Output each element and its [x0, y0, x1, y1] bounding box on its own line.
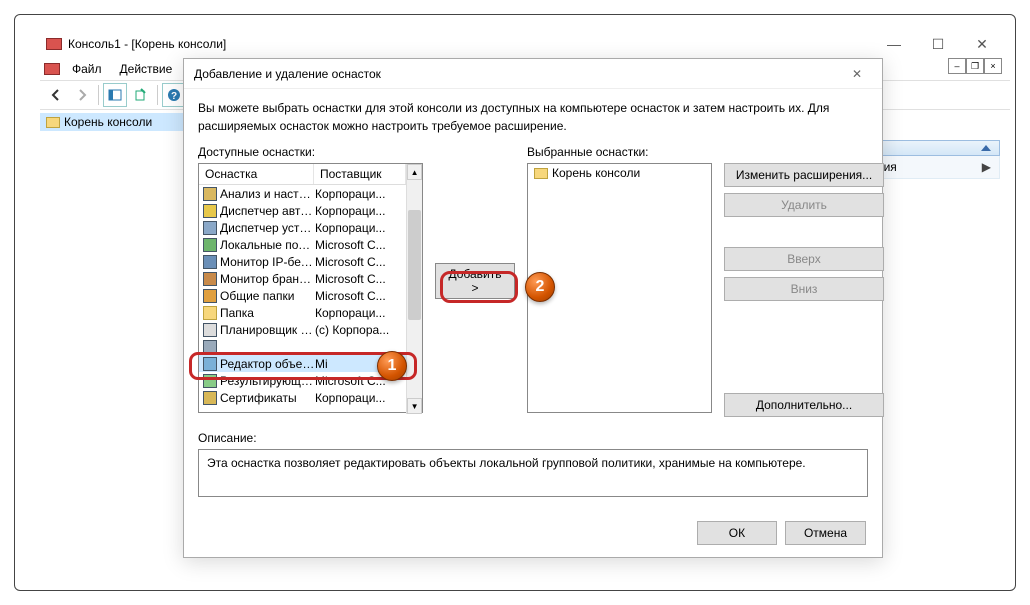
- list-item[interactable]: [199, 338, 406, 355]
- annotation-number-2: 2: [525, 272, 555, 302]
- folder-icon: [46, 117, 60, 128]
- remove-button[interactable]: Удалить: [724, 193, 884, 217]
- mdi-minimize[interactable]: –: [948, 58, 966, 74]
- description-label: Описание:: [198, 431, 868, 445]
- scroll-thumb[interactable]: [408, 210, 421, 320]
- snapin-icon: [203, 391, 217, 405]
- separator: [157, 85, 158, 105]
- list-item[interactable]: Анализ и настро...Корпораци...: [199, 185, 406, 202]
- list-item[interactable]: Общие папкиMicrosoft C...: [199, 287, 406, 304]
- snapin-icon: [203, 340, 217, 354]
- menu-file[interactable]: Файл: [64, 60, 110, 78]
- maximize-button[interactable]: ☐: [916, 30, 960, 58]
- list-header: Оснастка Поставщик: [199, 164, 406, 185]
- list-item[interactable]: Монитор брандм...Microsoft C...: [199, 270, 406, 287]
- minimize-button[interactable]: —: [872, 30, 916, 58]
- collapse-icon[interactable]: [981, 145, 991, 151]
- annotation-number-1: 1: [377, 351, 407, 381]
- chevron-right-icon: ▶: [982, 160, 991, 174]
- snapin-icon: [203, 272, 217, 286]
- mdi-restore[interactable]: ❐: [966, 58, 984, 74]
- selected-root-node[interactable]: Корень консоли: [528, 164, 711, 182]
- list-item[interactable]: Результирующа...Microsoft C...: [199, 372, 406, 389]
- scroll-up-button[interactable]: ▲: [407, 164, 422, 180]
- dialog-titlebar: Добавление и удаление оснасток ✕: [184, 59, 882, 89]
- snapin-icon: [203, 187, 217, 201]
- add-button[interactable]: Добавить >: [435, 263, 515, 299]
- snapin-icon: [203, 323, 217, 337]
- snapin-list-body[interactable]: Анализ и настро...Корпораци... Диспетчер…: [199, 185, 406, 406]
- mdi-close[interactable]: ×: [984, 58, 1002, 74]
- mdi-window-controls: – ❐ ×: [948, 58, 1002, 74]
- menu-action[interactable]: Действие: [112, 60, 181, 78]
- snapin-icon: [203, 204, 217, 218]
- tree-root-label: Корень консоли: [64, 115, 152, 129]
- titlebar: Консоль1 - [Корень консоли] — ☐ ✕: [40, 30, 1010, 58]
- svg-text:?: ?: [171, 91, 177, 102]
- mdi-icon: [44, 63, 60, 75]
- col-vendor-header[interactable]: Поставщик: [314, 164, 406, 184]
- dialog-title: Добавление и удаление оснасток: [194, 67, 381, 81]
- list-item[interactable]: Диспетчер автор...Корпораци...: [199, 202, 406, 219]
- move-down-button[interactable]: Вниз: [724, 277, 884, 301]
- edit-extensions-button[interactable]: Изменить расширения...: [724, 163, 884, 187]
- available-label: Доступные оснастки:: [198, 145, 423, 159]
- list-item[interactable]: Планировщик за...(с) Корпора...: [199, 321, 406, 338]
- list-item[interactable]: ПапкаКорпораци...: [199, 304, 406, 321]
- forward-button[interactable]: [70, 83, 94, 107]
- selected-label: Выбранные оснастки:: [527, 145, 712, 159]
- separator: [98, 85, 99, 105]
- list-item[interactable]: Монитор IP-безо...Microsoft C...: [199, 253, 406, 270]
- snapin-icon: [203, 374, 217, 388]
- snapin-icon: [203, 306, 217, 320]
- advanced-button[interactable]: Дополнительно...: [724, 393, 884, 417]
- app-icon: [46, 38, 62, 50]
- ok-button[interactable]: ОК: [697, 521, 777, 545]
- snapin-icon: [203, 221, 217, 235]
- list-item[interactable]: Локальные поль...Microsoft C...: [199, 236, 406, 253]
- scroll-down-button[interactable]: ▼: [407, 398, 422, 414]
- export-button[interactable]: [129, 83, 153, 107]
- back-button[interactable]: [44, 83, 68, 107]
- dialog-close-button[interactable]: ✕: [842, 59, 872, 89]
- snapin-icon: [203, 289, 217, 303]
- description-box: Эта оснастка позволяет редактировать объ…: [198, 449, 868, 497]
- window-title: Консоль1 - [Корень консоли]: [68, 37, 226, 51]
- add-remove-snapin-dialog: Добавление и удаление оснасток ✕ Вы може…: [183, 58, 883, 558]
- list-item[interactable]: СертификатыКорпораци...: [199, 389, 406, 406]
- snapin-icon: [203, 238, 217, 252]
- close-button[interactable]: ✕: [960, 30, 1004, 58]
- list-item-selected[interactable]: Редактор объек...Mi: [199, 355, 406, 372]
- move-up-button[interactable]: Вверх: [724, 247, 884, 271]
- cancel-button[interactable]: Отмена: [785, 521, 866, 545]
- snapin-icon: [203, 255, 217, 269]
- folder-icon: [534, 168, 548, 179]
- dialog-description: Вы можете выбрать оснастки для этой конс…: [198, 99, 868, 135]
- list-item[interactable]: Диспетчер устро...Корпораци...: [199, 219, 406, 236]
- col-snapin-header[interactable]: Оснастка: [199, 164, 314, 184]
- snapin-icon: [203, 357, 217, 371]
- scroll-track[interactable]: [407, 180, 422, 398]
- show-hide-tree-button[interactable]: [103, 83, 127, 107]
- scrollbar[interactable]: ▲ ▼: [406, 164, 422, 414]
